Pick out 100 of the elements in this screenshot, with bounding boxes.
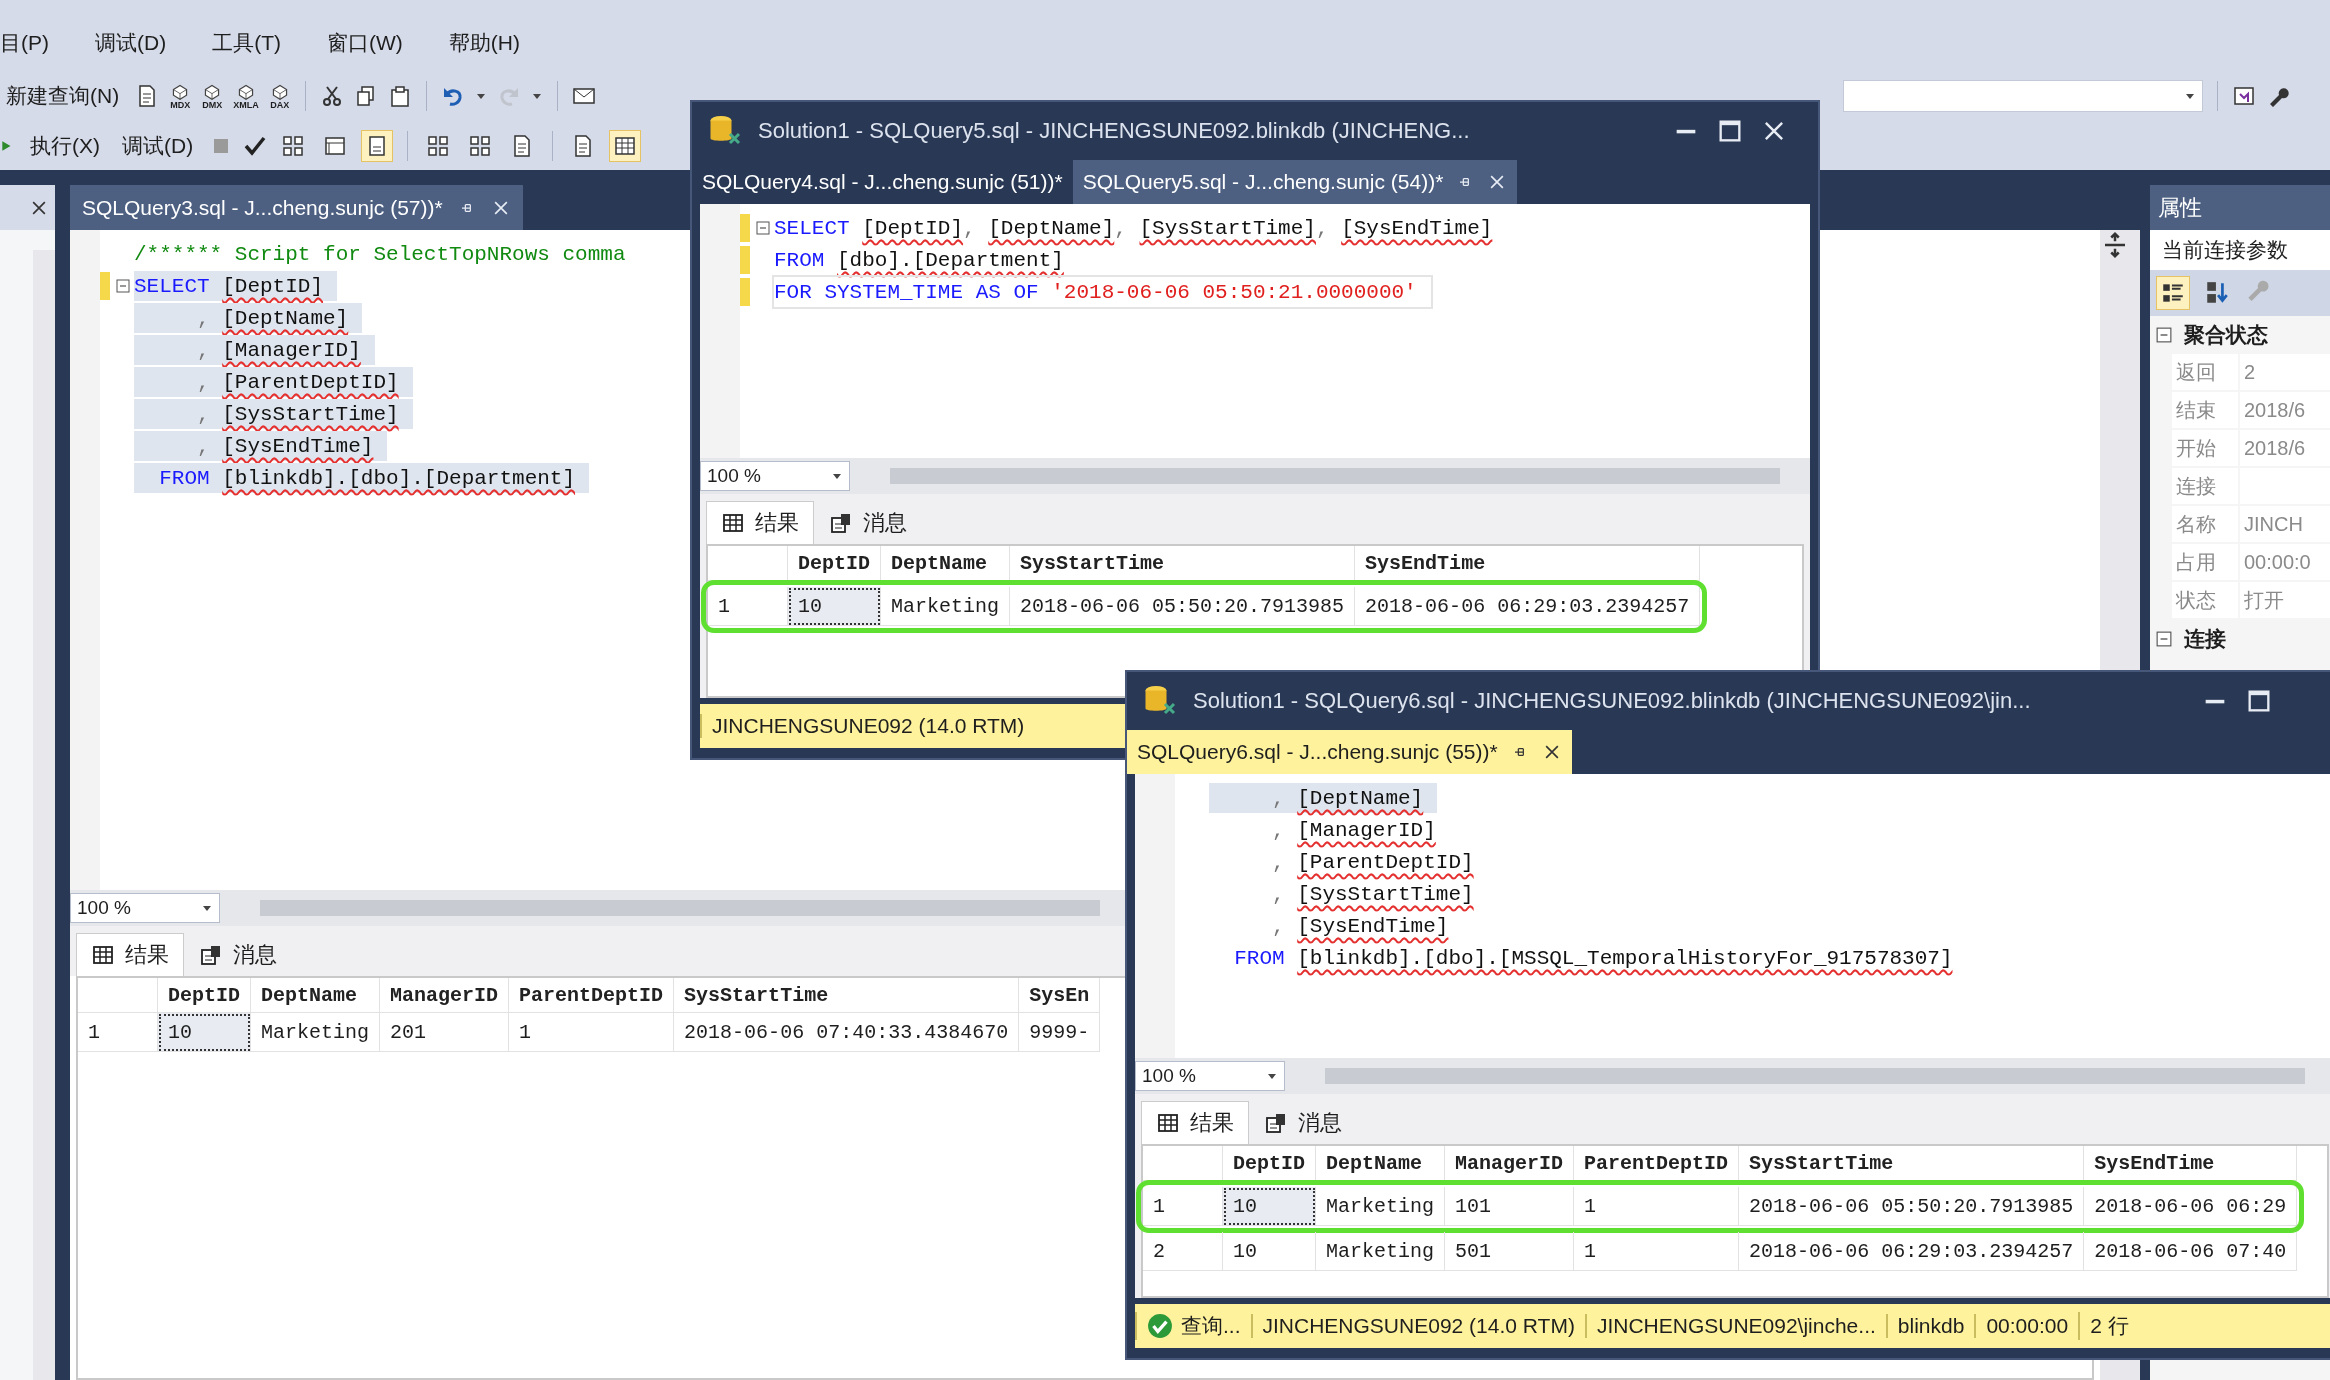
query-type-label[interactable]: MDX <box>170 100 191 110</box>
column-header[interactable]: DeptID <box>1223 1146 1316 1181</box>
zoom-dropdown[interactable]: 100 % <box>70 893 220 923</box>
table-cell: 1 <box>1574 1187 1740 1226</box>
checkmark-icon[interactable] <box>243 134 268 158</box>
query-type-label[interactable]: XMLA <box>233 100 259 110</box>
column-header[interactable]: ParentDeptID <box>509 978 675 1013</box>
section-title: 聚合状态 <box>2184 322 2268 348</box>
scrollbar[interactable] <box>260 900 1100 916</box>
menu-item[interactable]: 工具(T) <box>190 28 305 57</box>
menu-item[interactable]: 调试(D) <box>73 28 191 57</box>
column-header[interactable]: SysStartTime <box>1010 546 1356 581</box>
table-cell: 2018-06-06 07:40 <box>2084 1232 2298 1271</box>
column-header[interactable]: SysEndTime <box>1355 546 1701 581</box>
property-name: 结束 <box>2172 392 2238 428</box>
table-icon <box>1156 1111 1180 1135</box>
table-cell: 10 <box>158 1013 251 1052</box>
menu-item[interactable]: 窗口(W) <box>305 28 427 57</box>
code-line: , [SysEndTime] <box>1271 913 1450 940</box>
object-selector[interactable]: 当前连接参数 <box>2150 230 2330 270</box>
code-line: FROM [blinkdb].[dbo].[MSSQL_TemporalHistoryFor_917578307] <box>1233 945 1954 972</box>
collapse-icon[interactable] <box>2156 631 2172 647</box>
document-tab[interactable]: SQLQuery5.sql - J...cheng.sunjc (54))* <box>1072 160 1518 204</box>
table-cell: 2018-06-06 05:50:20.7913985 <box>1739 1187 2085 1226</box>
message-icon <box>1264 1111 1288 1135</box>
panes-icon[interactable] <box>323 134 348 158</box>
debug-button[interactable]: 调试(D) <box>116 130 200 162</box>
document-tab[interactable]: SQLQuery4.sql - J...cheng.sunjc (51))* <box>692 160 1073 204</box>
window-icon[interactable] <box>2232 84 2256 108</box>
code-line: FROM [dbo].[Department] <box>774 247 1065 274</box>
zoom-dropdown[interactable]: 100 % <box>700 461 850 491</box>
query-type-label[interactable]: DAX <box>270 100 290 110</box>
table-cell: 2018-06-06 06:29:03.2394257 <box>1739 1232 2085 1271</box>
column-header[interactable]: ParentDeptID <box>1574 1146 1740 1181</box>
collapse-icon[interactable] <box>756 221 770 235</box>
column-header[interactable]: ManagerID <box>380 978 510 1013</box>
table-icon <box>91 943 115 967</box>
table-cell: Marketing <box>1316 1232 1446 1271</box>
query-type-label[interactable]: DMX <box>202 100 223 110</box>
result-tab[interactable]: 消息 <box>1249 1101 1357 1144</box>
panel-title: 属性 <box>2158 193 2202 222</box>
result-tab[interactable]: 结果 <box>76 933 184 976</box>
code-line: , [SysStartTime] <box>1271 881 1475 908</box>
property-value: 2 <box>2240 354 2330 390</box>
menu-item[interactable]: 帮助(H) <box>426 28 544 57</box>
table-cell: Marketing <box>251 1013 381 1052</box>
boxes-icon[interactable] <box>426 134 451 158</box>
property-name: 占用 <box>2172 544 2238 580</box>
table-cell: 2018-06-06 06:29:03.2394257 <box>1355 587 1701 626</box>
column-header[interactable]: SysEndTime <box>2084 1146 2298 1181</box>
table-cell: 101 <box>1445 1187 1575 1226</box>
column-header[interactable]: DeptName <box>251 978 381 1013</box>
code-line: , [ParentDeptID] <box>1271 849 1475 876</box>
property-value: 2018/6 <box>2240 392 2330 428</box>
table-cell: 2018-06-06 05:50:20.7913985 <box>1010 587 1356 626</box>
result-tab[interactable]: 结果 <box>706 501 814 544</box>
table-cell: 10 <box>1223 1187 1316 1226</box>
collapse-icon[interactable] <box>116 279 130 293</box>
collapse-icon[interactable] <box>2156 327 2172 343</box>
table-cell: Marketing <box>881 587 1011 626</box>
scrollbar[interactable] <box>1325 1068 2305 1084</box>
status-text: 查询... <box>1181 1313 1241 1339</box>
scrollbar[interactable] <box>33 250 55 1380</box>
property-name: 名称 <box>2172 506 2238 542</box>
document-tab[interactable]: SQLQuery6.sql - J...cheng.sunjc (55))* <box>1127 730 1572 774</box>
menu-item[interactable]: 目(P) <box>0 28 73 57</box>
table-cell: 2018-06-06 06:29 <box>2084 1187 2298 1226</box>
table-cell: 10 <box>788 587 881 626</box>
result-tab[interactable]: 消息 <box>184 933 292 976</box>
column-header[interactable]: SysEn <box>1019 978 1101 1013</box>
property-value: 打开 <box>2240 582 2330 618</box>
column-header[interactable]: DeptID <box>788 546 881 581</box>
column-header[interactable]: SysStartTime <box>1739 1146 2085 1181</box>
column-header[interactable]: SysStartTime <box>674 978 1020 1013</box>
zoom-dropdown[interactable]: 100 % <box>1135 1061 1285 1091</box>
window-title: Solution1 - SQLQuery6.sql - JINCHENGSUNE092.blinkdb (JINCHENGSUNE092\jin... <box>1193 688 2032 714</box>
grid-icon[interactable] <box>281 134 306 158</box>
column-header[interactable]: ManagerID <box>1445 1146 1575 1181</box>
section-title: 连接 <box>2184 626 2226 652</box>
table-cell: 10 <box>1223 1232 1316 1271</box>
property-name: 返回 <box>2172 354 2238 390</box>
property-name: 开始 <box>2172 430 2238 466</box>
status-text: 00:00:00 <box>1986 1314 2069 1338</box>
property-value: 2018/6 <box>2240 430 2330 466</box>
execute-button[interactable]: 执行(X) <box>24 130 106 162</box>
sort-icon[interactable] <box>2204 280 2230 306</box>
status-text: JINCHENGSUNE092\jinche... <box>1596 1314 1876 1338</box>
status-text: JINCHENGSUNE092 (14.0 RTM) <box>712 714 1025 738</box>
table-icon <box>721 511 745 535</box>
success-icon <box>1147 1313 1173 1339</box>
result-tab[interactable]: 结果 <box>1141 1101 1249 1144</box>
table-cell: 201 <box>380 1013 510 1052</box>
code-line: , [ManagerID] <box>1271 817 1437 844</box>
document-tab[interactable]: SQLQuery3.sql - J...cheng.sunjc (57))* <box>70 185 523 230</box>
new-query-button[interactable]: 新建查询(N) <box>0 80 126 112</box>
scrollbar[interactable] <box>890 468 1780 484</box>
column-header[interactable]: DeptName <box>881 546 1011 581</box>
column-header[interactable]: DeptName <box>1316 1146 1446 1181</box>
boxes-icon[interactable] <box>468 134 493 158</box>
result-tab[interactable]: 消息 <box>814 501 922 544</box>
